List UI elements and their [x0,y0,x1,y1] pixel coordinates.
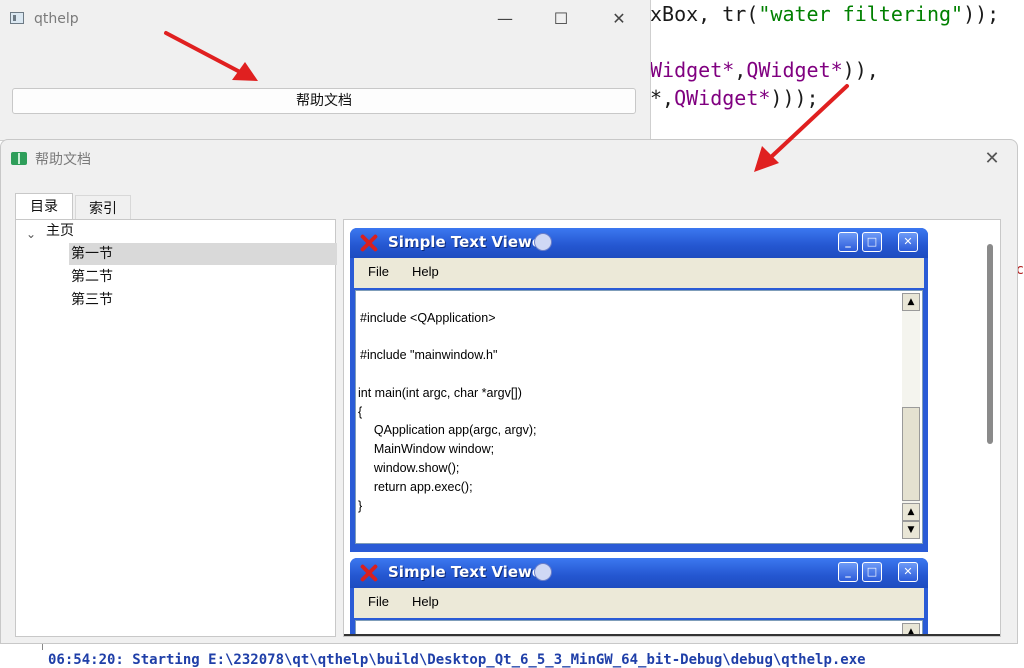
qt-logo-icon [358,563,380,583]
viewer-minimize-icon: _ [838,232,858,252]
swirl-icon [534,233,552,251]
code-text-line: } [358,499,363,513]
viewer-close-icon: ✕ [898,232,918,252]
swirl-icon [534,563,552,581]
viewer-titlebar: Simple Text Viewer _ □ ✕ [350,558,928,588]
viewer-text-area: #include <QApplication> #include "mainwi… [355,290,923,544]
help-docs-window: 帮助文档 ✕ 目录 索引 ⌄ 主页 第一节 第二节 第三节 Simple Tex… [0,139,1018,644]
code-text-line: #include "mainwindow.h" [360,348,498,362]
qthelp-titlebar[interactable]: qthelp — ☐ ✕ [0,0,650,38]
minimize-button[interactable]: — [482,4,528,34]
menu-help: Help [412,264,439,279]
viewer-maximize-icon: □ [862,232,882,252]
viewer-minimize-icon: _ [838,562,858,582]
code-text-line: { [358,405,363,419]
app-window-icon [10,12,24,24]
viewer-screenshot-2: Simple Text Viewer _ □ ✕ File Help ▲ [350,558,928,636]
code-line-2: Widget*,QWidget*)), [650,58,879,82]
viewer-titlebar: Simple Text Viewer _ □ ✕ [350,228,928,258]
code-line-1: xBox, tr("water filtering")); [650,2,1000,26]
content-scrollbar-thumb[interactable] [987,244,993,444]
viewer-close-icon: ✕ [898,562,918,582]
help-docs-button[interactable]: 帮助文档 [12,88,636,114]
application-output-text: 06:54:20: Starting E:\232078\qt\qthelp\b… [48,652,866,668]
viewer-title: Simple Text Viewer [388,233,550,251]
viewer-maximize-icon: □ [862,562,882,582]
viewer-menubar: File Help [354,258,924,288]
contents-tree[interactable]: ⌄ 主页 第一节 第二节 第三节 [15,219,337,637]
code-text-line: QApplication app(argc, argv); [360,423,537,437]
code-line-3: *,QWidget*))); [650,86,819,110]
book-icon [11,152,27,165]
viewer-menubar: File Help [354,588,924,618]
qthelp-window-title: qthelp [34,11,79,27]
code-text-line: int main(int argc, char *argv[]) [358,386,522,400]
qthelp-window: qthelp — ☐ ✕ 帮助文档 [0,0,651,141]
qt-logo-icon [358,233,380,253]
menu-file: File [368,594,389,609]
maximize-button[interactable]: ☐ [538,4,584,34]
viewer-title: Simple Text Viewer [388,563,550,581]
tree-item-section-3[interactable]: 第三节 [71,289,113,311]
code-text-line: MainWindow window; [360,442,495,456]
tree-item-section-1[interactable]: 第一节 [69,243,337,265]
code-text-line: return app.exec(); [360,480,473,494]
tab-index[interactable]: 索引 [75,195,131,219]
tree-item-section-2[interactable]: 第二节 [71,266,113,288]
scroll-up-icon: ▲ [902,503,920,521]
help-window-close-button[interactable]: ✕ [977,144,1007,174]
help-window-title: 帮助文档 [35,152,91,168]
scroll-up-icon: ▲ [902,293,920,311]
close-button[interactable]: ✕ [596,4,642,34]
scroll-down-icon: ▼ [902,521,920,539]
viewer-screenshot-1: Simple Text Viewer _ □ ✕ File Help #incl… [350,228,928,552]
code-text-line: #include <QApplication> [360,311,496,325]
viewer-scrollbar: ▲ ▲ ▼ [902,293,920,539]
tree-item-home[interactable]: 主页 [46,220,74,242]
menu-help: Help [412,594,439,609]
menu-file: File [368,264,389,279]
content-divider [344,634,1000,636]
tab-contents[interactable]: 目录 [15,193,73,219]
chevron-down-icon[interactable]: ⌄ [26,227,36,241]
scroll-thumb [902,407,920,501]
help-content-browser[interactable]: Simple Text Viewer _ □ ✕ File Help #incl… [343,219,1001,637]
code-text-line: window.show(); [360,461,460,475]
